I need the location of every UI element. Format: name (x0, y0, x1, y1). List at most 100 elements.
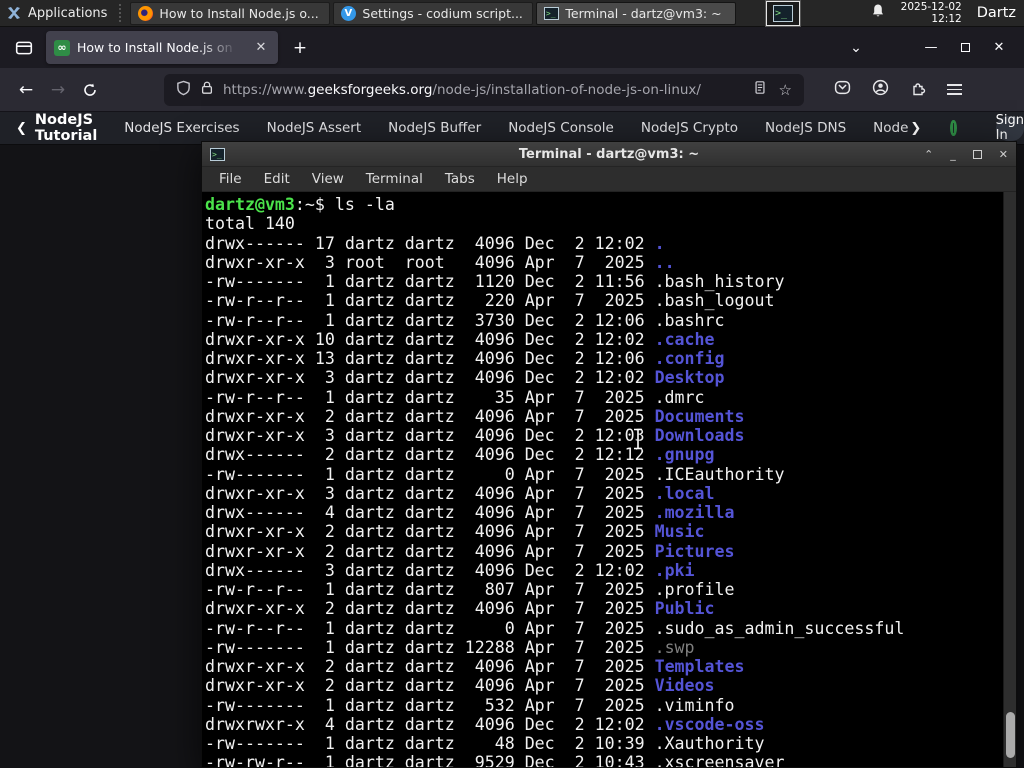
window-maximize-button[interactable] (948, 32, 982, 64)
url-bar[interactable]: https://www.geeksforgeeks.org/node-js/in… (164, 73, 804, 106)
terminal-line: drwxr-xr-x 2 dartz dartz 4096 Apr 7 2025… (205, 541, 735, 561)
clock-date: 2025-12-02 (900, 0, 962, 13)
terminal-icon: >_ (210, 147, 225, 161)
terminal-line: -rw------- 1 dartz dartz 0 Apr 7 2025 .I… (205, 464, 785, 484)
terminal-line: drwxr-xr-x 10 dartz dartz 4096 Dec 2 12:… (205, 329, 715, 349)
url-text: https://www.geeksforgeeks.org/node-js/in… (223, 82, 701, 98)
chevron-right-icon[interactable]: ❯ (910, 121, 921, 136)
menu-help[interactable]: Help (488, 169, 537, 189)
terminal-line: dartz@vm3:~$ ls -la (205, 195, 395, 214)
window-minimize-button[interactable]: — (914, 32, 948, 64)
forward-button[interactable]: → (42, 74, 74, 106)
panel-clock[interactable]: 2025-12-02 12:12 (901, 1, 962, 25)
applications-menu-button[interactable]: Applications (0, 0, 116, 26)
search-icon[interactable] (950, 120, 957, 136)
nav-link-label: Node (873, 120, 909, 136)
terminal-body[interactable]: dartz@vm3:~$ ls -la total 140 drwx------ 1… (202, 192, 1016, 767)
panel-separator (119, 4, 127, 22)
nav-item-next[interactable]: Node ❯ (873, 120, 921, 136)
tabbar-controls: ⌄ — ✕ (840, 32, 1016, 64)
terminal-output: dartz@vm3:~$ ls -la total 140 drwx------ 1… (205, 195, 1002, 767)
nav-item-buffer[interactable]: NodeJS Buffer (388, 120, 481, 136)
menu-view[interactable]: View (303, 169, 353, 189)
terminal-titlebar[interactable]: >_ Terminal - dartz@vm3: ~ ⌃ _ ✕ (202, 142, 1016, 167)
terminal-line: -rw-r--r-- 1 dartz dartz 35 Apr 7 2025 .… (205, 387, 705, 407)
terminal-line: -rw------- 1 dartz dartz 48 Dec 2 10:39 … (205, 734, 765, 753)
reader-view-icon[interactable] (753, 80, 767, 99)
urlbar-actions: ☆ (753, 80, 792, 99)
terminal-line: -rw-r--r-- 1 dartz dartz 807 Apr 7 2025 … (205, 580, 735, 599)
menu-file[interactable]: File (210, 169, 251, 189)
back-button[interactable]: ← (10, 74, 42, 106)
terminal-window-controls: ⌃ _ ✕ (924, 148, 1008, 161)
shield-icon[interactable] (176, 80, 191, 100)
menu-edit[interactable]: Edit (255, 169, 299, 189)
nav-item-exercises[interactable]: NodeJS Exercises (124, 120, 239, 136)
sign-in-button[interactable]: Sign In (995, 113, 1024, 143)
new-tab-button[interactable]: + (284, 32, 316, 64)
bookmark-star-icon[interactable]: ☆ (779, 81, 792, 99)
terminal-line: drwx------ 3 dartz dartz 4096 Dec 2 12:0… (205, 560, 695, 580)
terminal-line: drwx------ 17 dartz dartz 4096 Dec 2 12:… (205, 233, 665, 253)
tray-terminal-icon[interactable]: >_ (765, 0, 801, 27)
notification-bell-icon[interactable] (870, 3, 886, 23)
codium-icon: V (340, 5, 356, 21)
account-icon[interactable] (872, 79, 889, 100)
terminal-line: drwxr-xr-x 3 root root 4096 Apr 7 2025 .… (205, 252, 675, 272)
terminal-line: -rw------- 1 dartz dartz 1120 Dec 2 11:5… (205, 272, 785, 291)
menu-icon[interactable] (947, 83, 962, 96)
url-domain: geeksforgeeks.org (307, 81, 433, 98)
panel-user-label[interactable]: Dartz (977, 5, 1016, 21)
nav-item-console[interactable]: NodeJS Console (508, 120, 614, 136)
minimize-button[interactable]: _ (950, 148, 956, 161)
active-tab[interactable]: ∞ How to Install Node.js on ✕ (46, 31, 278, 64)
shade-button[interactable]: ⌃ (924, 148, 933, 161)
terminal-line: -rw-r--r-- 1 dartz dartz 3730 Dec 2 12:0… (205, 310, 725, 330)
list-all-tabs-button[interactable]: ⌄ (840, 32, 872, 64)
extensions-icon[interactable] (910, 80, 926, 100)
terminal-line: drwxr-xr-x 2 dartz dartz 4096 Apr 7 2025… (205, 406, 745, 426)
menu-tabs[interactable]: Tabs (436, 169, 484, 189)
taskbar-button-firefox[interactable]: How to Install Node.js o... (130, 1, 331, 25)
lock-icon[interactable] (200, 80, 214, 99)
terminal-menubar: File Edit View Terminal Tabs Help (202, 167, 1016, 192)
url-path: /node-js/installation-of-node-js-on-linu… (432, 81, 701, 98)
window-close-button[interactable]: ✕ (982, 32, 1016, 64)
terminal-scrollbar[interactable] (1003, 192, 1016, 767)
taskbar-button-codium[interactable]: V Settings - codium script... (333, 1, 534, 25)
scrollbar-thumb[interactable] (1006, 712, 1015, 758)
taskbar-button-label: Settings - codium script... (362, 5, 523, 21)
nav-item-dns[interactable]: NodeJS DNS (765, 120, 846, 136)
tab-close-icon[interactable]: ✕ (252, 39, 270, 57)
terminal-line: -rw------- 1 dartz dartz 12288 Apr 7 202… (205, 637, 695, 657)
terminal-line: drwx------ 2 dartz dartz 4096 Dec 2 12:1… (205, 445, 715, 465)
terminal-line: drwxr-xr-x 2 dartz dartz 4096 Apr 7 2025… (205, 657, 745, 676)
terminal-window: >_ Terminal - dartz@vm3: ~ ⌃ _ ✕ File Ed… (201, 141, 1017, 768)
terminal-line: drwx------ 4 dartz dartz 4096 Apr 7 2025… (205, 503, 735, 522)
maximize-button[interactable] (972, 149, 982, 159)
terminal-line: drwxr-xr-x 3 dartz dartz 4096 Dec 2 12:0… (205, 368, 725, 388)
top-panel: Applications How to Install Node.js o...… (0, 0, 1024, 27)
nav-item-tutorial[interactable]: ❮ NodeJS Tutorial (16, 112, 97, 144)
tab-bar: ∞ How to Install Node.js on ✕ + ⌄ — ✕ (0, 27, 1024, 68)
close-button[interactable]: ✕ (999, 148, 1008, 161)
taskbar-button-terminal[interactable]: >_ Terminal - dartz@vm3: ~ (536, 1, 737, 25)
menu-terminal[interactable]: Terminal (357, 169, 432, 189)
reload-button[interactable] (74, 74, 106, 106)
terminal-line: -rw-r--r-- 1 dartz dartz 220 Apr 7 2025 … (205, 291, 775, 311)
terminal-icon: >_ (773, 5, 793, 22)
chevron-left-icon[interactable]: ❮ (16, 121, 27, 136)
firefox-view-button[interactable] (8, 32, 40, 64)
url-prefix: https://www. (223, 81, 308, 98)
geeksforgeeks-favicon: ∞ (54, 39, 70, 56)
nav-item-crypto[interactable]: NodeJS Crypto (641, 120, 738, 136)
pocket-icon[interactable] (834, 79, 851, 100)
nav-item-assert[interactable]: NodeJS Assert (267, 120, 362, 136)
terminal-line: drwxr-xr-x 2 dartz dartz 4096 Apr 7 2025… (205, 599, 715, 619)
terminal-line: drwxr-xr-x 3 dartz dartz 4096 Dec 2 12:0… (205, 426, 745, 445)
terminal-line: drwxr-xr-x 13 dartz dartz 4096 Dec 2 12:… (205, 349, 725, 368)
terminal-line: -rw-r--r-- 1 dartz dartz 0 Apr 7 2025 .s… (205, 618, 905, 638)
terminal-line: drwxr-xr-x 2 dartz dartz 4096 Apr 7 2025… (205, 676, 715, 696)
terminal-line: drwxr-xr-x 3 dartz dartz 4096 Apr 7 2025… (205, 483, 715, 503)
terminal-line: total 140 (205, 214, 295, 234)
